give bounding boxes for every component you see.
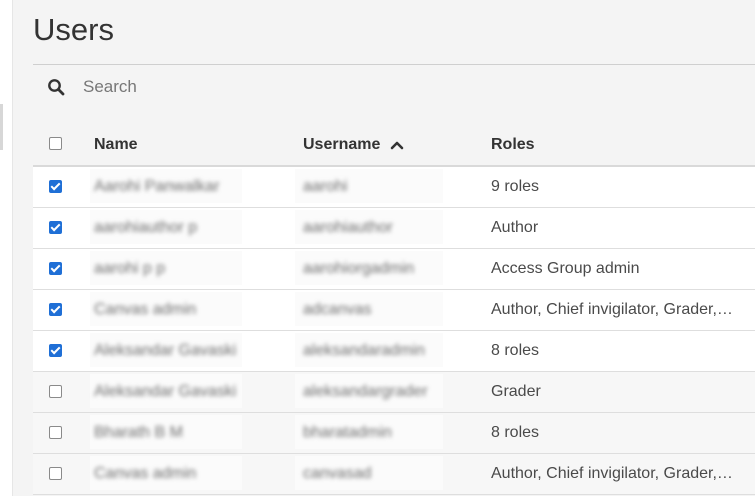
- user-name: Aleksandar Gavaski: [94, 342, 237, 359]
- user-name: Bharath B M: [94, 424, 183, 441]
- user-roles: 8 roles: [491, 424, 540, 441]
- user-roles: 9 roles: [491, 178, 540, 195]
- user-name: Canvas admin: [94, 465, 197, 482]
- user-roles: Access Group admin: [491, 260, 640, 277]
- table-row[interactable]: Bharath B M bharatadmin 8 roles: [33, 413, 755, 454]
- row-checkbox[interactable]: [49, 426, 62, 439]
- user-name: Aarohi Panwalkar: [94, 178, 220, 195]
- user-username: adcanvas: [303, 301, 372, 318]
- row-checkbox[interactable]: [49, 385, 62, 398]
- column-header-roles[interactable]: Roles: [491, 136, 535, 154]
- user-name: Canvas admin: [94, 301, 197, 318]
- user-username: aleksandargrader: [303, 383, 428, 400]
- row-checkbox[interactable]: [49, 344, 62, 357]
- row-checkbox[interactable]: [49, 467, 62, 480]
- row-checkbox[interactable]: [49, 303, 62, 316]
- table-row[interactable]: Aleksandar Gavaski aleksandargrader Grad…: [33, 372, 755, 413]
- user-username: canvasad: [303, 465, 372, 482]
- table-header: Name Username Roles: [33, 124, 755, 167]
- table-row[interactable]: Canvas admin canvasad Author, Chief invi…: [33, 454, 755, 495]
- search-input[interactable]: [81, 76, 485, 98]
- table-row[interactable]: aarohi p p aarohiorgadmin Access Group a…: [33, 249, 755, 290]
- table-row[interactable]: Aleksandar Gavaski aleksandaradmin 8 rol…: [33, 331, 755, 372]
- user-username: aleksandaradmin: [303, 342, 425, 359]
- user-username: aarohi: [303, 178, 348, 195]
- user-roles: Author, Chief invigilator, Grader, Invig…: [491, 301, 737, 318]
- column-header-username[interactable]: Username: [303, 136, 404, 154]
- column-header-name-label: Name: [94, 136, 138, 153]
- row-checkbox[interactable]: [49, 262, 62, 275]
- user-username: aarohiorgadmin: [303, 260, 415, 277]
- page-title: Users: [33, 12, 114, 47]
- table-row[interactable]: Aarohi Panwalkar aarohi 9 roles: [33, 167, 755, 208]
- sidebar-tab[interactable]: [0, 104, 3, 150]
- select-all-checkbox[interactable]: [49, 137, 62, 150]
- user-username: bharatadmin: [303, 424, 392, 441]
- table-row[interactable]: aarohiauthor p aarohiauthor Author: [33, 208, 755, 249]
- user-username: aarohiauthor: [303, 219, 393, 236]
- column-header-name[interactable]: Name: [94, 136, 138, 154]
- user-name: Aleksandar Gavaski: [94, 383, 237, 400]
- row-checkbox[interactable]: [49, 180, 62, 193]
- column-header-username-label: Username: [303, 136, 381, 153]
- user-roles: Grader: [491, 383, 541, 400]
- column-header-roles-label: Roles: [491, 136, 535, 153]
- row-checkbox[interactable]: [49, 221, 62, 234]
- left-sidebar: [0, 0, 13, 496]
- user-roles: Author: [491, 219, 539, 236]
- user-name: aarohi p p: [94, 260, 166, 277]
- search-bar: [33, 65, 755, 109]
- sort-ascending-icon: [391, 141, 404, 150]
- user-name: aarohiauthor p: [94, 219, 198, 236]
- user-roles: Author, Chief invigilator, Grader, Invig…: [491, 465, 737, 482]
- search-icon: [48, 79, 65, 96]
- main-content: Users Name Username Roles: [33, 0, 755, 496]
- user-roles: 8 roles: [491, 342, 540, 359]
- users-table: Name Username Roles Aarohi Panwalkar aar…: [33, 124, 755, 495]
- table-row[interactable]: Canvas admin adcanvas Author, Chief invi…: [33, 290, 755, 331]
